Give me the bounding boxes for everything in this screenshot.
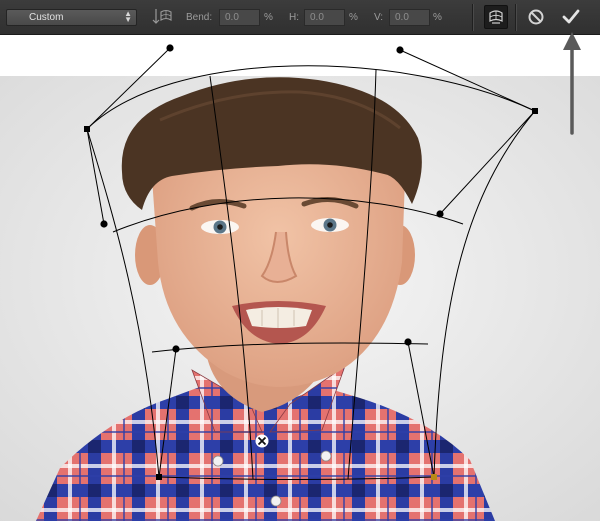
warp-grid-line xyxy=(112,197,464,233)
bezier-handle-line xyxy=(158,348,177,478)
warp-edge-left[interactable] xyxy=(86,128,160,478)
bezier-handle-line xyxy=(439,110,536,215)
warp-mesh-overlay[interactable] xyxy=(0,0,600,521)
warp-anchor-point[interactable] xyxy=(156,474,162,480)
bezier-handle-line xyxy=(407,341,435,478)
bezier-handle-point[interactable] xyxy=(436,210,444,218)
warp-edge-bottom[interactable] xyxy=(158,476,435,480)
warp-grid-line xyxy=(209,75,254,480)
bezier-handle-point[interactable] xyxy=(396,46,404,54)
warp-edge-top[interactable] xyxy=(86,65,536,130)
annotation-arrow-icon xyxy=(563,32,581,135)
bezier-handle-point[interactable] xyxy=(404,338,412,346)
reference-point-icon[interactable] xyxy=(255,434,269,448)
warp-grid-line xyxy=(347,69,377,480)
warp-grid-line xyxy=(151,342,429,353)
bezier-handle-line xyxy=(399,49,536,112)
warp-anchor-point[interactable] xyxy=(431,474,437,480)
bezier-handle-point[interactable] xyxy=(100,220,108,228)
warp-anchor-point[interactable] xyxy=(532,108,538,114)
warp-anchor-point[interactable] xyxy=(84,126,90,132)
bezier-handle-point[interactable] xyxy=(166,44,174,52)
bezier-handle-point[interactable] xyxy=(172,345,180,353)
